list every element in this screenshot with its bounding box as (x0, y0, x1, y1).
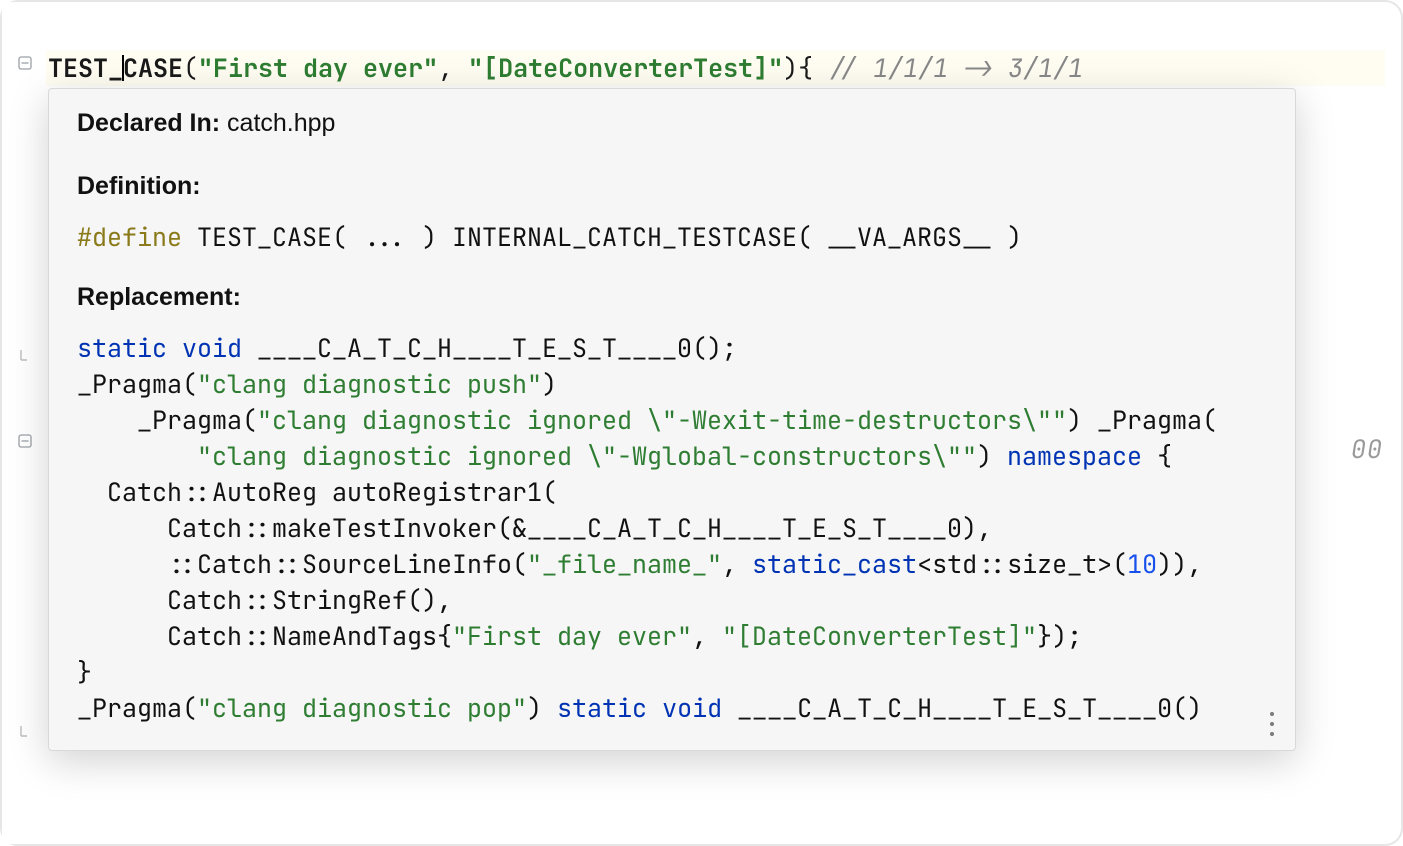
code-token-keyword: CASE (123, 51, 183, 85)
code-token-keyword: static (557, 691, 647, 725)
definition-code: #define TEST_CASE( ... ) INTERNAL_CATCH_… (77, 219, 1267, 255)
code-token-keyword: TEST_ (48, 51, 123, 85)
code-token-string: "[DateConverterTest]" (468, 51, 783, 85)
code-token: , (692, 619, 722, 653)
code-token (647, 691, 662, 725)
replacement-label: Replacement: (77, 283, 1267, 312)
editor-code-line[interactable]: TEST_CASE("First day ever", "[DateConver… (46, 50, 1385, 86)
code-token: Catch::makeTestInvoker(&____C_A_T_C_H___… (77, 511, 992, 545)
code-token-number: 10 (1127, 547, 1157, 581)
code-token-keyword: void (182, 331, 242, 365)
code-token-brace: ){ (783, 51, 828, 85)
code-token: ) (527, 691, 557, 725)
declared-in-row: Declared In: catch.hpp (77, 109, 1267, 138)
code-token: _Pragma( (77, 403, 257, 437)
code-token-string: "_file_name_" (527, 547, 722, 581)
definition-label: Definition: (77, 172, 1267, 201)
code-token-string: "clang diagnostic ignored \"-Wexit-time-… (257, 403, 1067, 437)
code-token-string: "clang diagnostic pop" (197, 691, 527, 725)
code-token: _Pragma( (77, 367, 197, 401)
code-token: ) _Pragma( (1067, 403, 1217, 437)
code-token: Catch::NameAndTags{ (77, 619, 452, 653)
code-token-keyword: void (662, 691, 722, 725)
fold-toggle-icon[interactable] (16, 432, 34, 450)
more-options-icon[interactable] (1263, 712, 1281, 736)
code-token: )), (1157, 547, 1202, 581)
code-token: ) (977, 439, 1007, 473)
code-token: ____C_A_T_C_H____T_E_S_T____0() (722, 691, 1202, 725)
editor-frame: TEST_CASE("First day ever", "[DateConver… (0, 0, 1403, 846)
code-token: ) (542, 367, 557, 401)
code-token-keyword: namespace (1007, 439, 1142, 473)
code-token-string: "clang diagnostic push" (197, 367, 542, 401)
code-token: { (1142, 439, 1172, 473)
code-token: }); (1037, 619, 1082, 653)
editor-gutter (2, 2, 46, 844)
code-token: , (722, 547, 752, 581)
code-token: } (77, 655, 92, 689)
code-token (167, 331, 182, 365)
declared-in-value: catch.hpp (220, 109, 335, 137)
code-token: Catch::AutoReg autoRegistrar1( (77, 475, 557, 509)
code-token-string: "[DateConverterTest]" (722, 619, 1037, 653)
code-token-string: "First day ever" (452, 619, 692, 653)
code-token: ::Catch::SourceLineInfo( (77, 547, 527, 581)
code-token (77, 439, 197, 473)
fold-toggle-icon[interactable] (16, 54, 34, 72)
declared-in-label: Declared In: (77, 109, 220, 137)
code-token-comma: , (438, 51, 468, 85)
code-token-directive: #define (77, 220, 182, 254)
code-token-keyword: static (77, 331, 167, 365)
obscured-editor-text: 00 (1351, 432, 1383, 466)
code-token: TEST_CASE( ... ) INTERNAL_CATCH_TESTCASE… (182, 220, 1022, 254)
code-token: <std::size_t>( (917, 547, 1127, 581)
code-token-string: "First day ever" (198, 51, 438, 85)
code-token-paren: ( (183, 51, 198, 85)
quick-documentation-popup: Declared In: catch.hpp Definition: #defi… (48, 88, 1296, 751)
replacement-code: static void ____C_A_T_C_H____T_E_S_T____… (77, 330, 1267, 726)
fold-mark-icon[interactable] (16, 346, 34, 364)
code-token-string: "clang diagnostic ignored \"-Wglobal-con… (197, 439, 977, 473)
code-token: ____C_A_T_C_H____T_E_S_T____0(); (242, 331, 737, 365)
code-token: Catch::StringRef(), (77, 583, 452, 617)
code-token-keyword: static_cast (752, 547, 917, 581)
code-token-comment: // 1/1/1 -> 3/1/1 (828, 51, 1083, 85)
code-token: _Pragma( (77, 691, 197, 725)
fold-mark-icon[interactable] (16, 722, 34, 740)
